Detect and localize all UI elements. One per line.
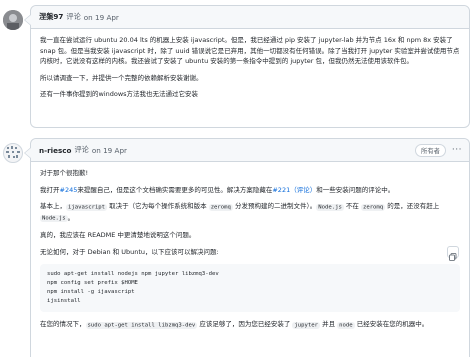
- text-span: 不在: [343, 202, 361, 211]
- issue-link[interactable]: #245: [60, 186, 78, 194]
- comment-card: 涅槃97 评论 on 19 Apr 我一直在尝试运行 ubuntu 20.04 …: [24, 5, 470, 128]
- comment-body: 对于那个很抱歉! 我打开#245来提醒自己，但是这个文档确实需要更多的可见性。解…: [31, 162, 469, 331]
- comment-paragraph: 基本上， ijavascript 取决于（它为每个操作系统和版本 zeromq 分…: [40, 201, 460, 224]
- text-span: 来提醒自己，但是这个文档确实需要更多的可见性。解决方案隐藏在: [77, 185, 273, 194]
- comment-header: 涅槃97 评论 on 19 Apr: [31, 6, 469, 29]
- inline-code: zeromq: [360, 203, 386, 211]
- comment-paragraph: 无论如何，对于 Debian 和 Ubuntu，以下应该可以解决问题:: [40, 247, 219, 256]
- owner-badge: 所有者: [415, 143, 446, 157]
- comment-paragraph: 对于那个很抱歉!: [40, 169, 89, 177]
- inline-code: Node.js: [40, 215, 68, 223]
- comment-paragraph: 我打开#245来提醒自己，但是这个文档确实需要更多的可见性。解决方案隐藏在#22…: [40, 185, 460, 196]
- inline-code: zeromq: [208, 203, 233, 211]
- comment-paragraph: 在您的情况下， sudo apt-get install libzmq3-dev …: [40, 319, 460, 331]
- text-span: 的是，还没有赶上: [385, 202, 440, 211]
- inline-code: sudo apt-get install libzmq3-dev: [85, 321, 198, 329]
- text-span: 。: [67, 213, 75, 222]
- text-span: 应该足够了，因为您已经安装了: [197, 320, 293, 329]
- inline-code: ijavascript: [66, 203, 108, 211]
- comment-link[interactable]: #221（评论）: [272, 186, 316, 194]
- comment-card: n-riesco 评论 on 19 Apr 所有者 ··· 对于那个很抱歉! 我…: [24, 138, 470, 357]
- inline-code: node: [337, 321, 355, 329]
- code-line: npm install -g ijavascript: [47, 288, 135, 295]
- author-link[interactable]: 涅槃97: [39, 12, 63, 22]
- comment-paragraph: 所以请调查一下，并提供一个完整的依赖解析安装谢谢。: [40, 73, 203, 82]
- kebab-horizontal-icon[interactable]: ···: [452, 145, 462, 155]
- text-span: 我打开: [40, 185, 60, 194]
- text-span: 并且: [320, 320, 338, 329]
- text-span: 和一些安装问题的评论中。: [316, 185, 395, 194]
- inline-code: jupyter: [292, 321, 320, 329]
- comment-date[interactable]: on 19 Apr: [84, 13, 119, 22]
- avatar[interactable]: [3, 10, 23, 30]
- author-link[interactable]: n-riesco: [39, 146, 71, 155]
- text-span: 在您的情况下，: [40, 320, 86, 329]
- comment-meta-label: 评论: [66, 12, 81, 21]
- comment-meta-label: 评论: [74, 145, 89, 154]
- comment-paragraph: 我一直在尝试运行 ubuntu 20.04 lts 的机器上安装 ijavasc…: [40, 36, 460, 66]
- code-line: sudo apt-get install nodejs npm jupyter …: [47, 270, 219, 277]
- text-span: 已经安装在您的机器中。: [354, 320, 429, 329]
- code-line: ijsinstall: [47, 298, 81, 305]
- comment-header: n-riesco 评论 on 19 Apr 所有者 ···: [31, 139, 469, 162]
- text-span: 分发预构建的二进制文件）。: [232, 202, 317, 211]
- code-block: sudo apt-get install nodejs npm jupyter …: [40, 263, 460, 313]
- comment-date[interactable]: on 19 Apr: [92, 146, 127, 155]
- copy-icon[interactable]: [447, 246, 459, 261]
- comment-paragraph: 真的，我应该在 README 中更清楚地说明这个问题。: [40, 231, 196, 240]
- avatar[interactable]: [3, 143, 23, 163]
- text-span: 取决于（它为每个操作系统和版本: [107, 202, 209, 211]
- comment-body: 我一直在尝试运行 ubuntu 20.04 lts 的机器上安装 ijavasc…: [31, 29, 469, 100]
- inline-code: Node.js: [316, 203, 344, 211]
- comment-paragraph: 还有一件事你提到的windows方法我也无法通过它安装: [40, 90, 199, 99]
- text-span: 基本上，: [40, 202, 66, 211]
- code-line: npm config set prefix $HOME: [47, 279, 138, 286]
